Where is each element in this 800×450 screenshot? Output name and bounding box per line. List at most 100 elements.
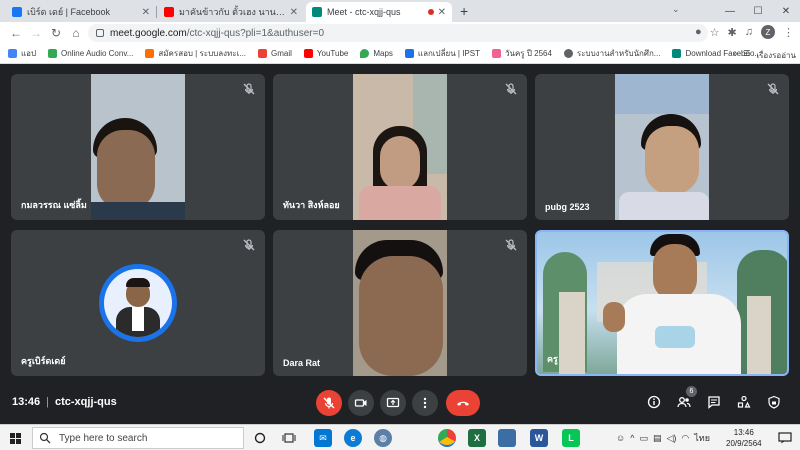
bookmark-teachers-day[interactable]: วันครู ปี 2564: [491, 47, 552, 60]
participant-face: [645, 126, 699, 194]
tab-meet[interactable]: Meet - ctc-xqjj-qus ✕: [306, 2, 452, 22]
profile-avatar[interactable]: Z: [761, 25, 775, 39]
more-options-button[interactable]: [412, 390, 438, 416]
participant-name: Dara Rat: [283, 358, 321, 368]
background-bed: [615, 74, 709, 114]
participant-video: [615, 74, 709, 220]
bookmark-gmail[interactable]: Gmail: [258, 49, 292, 58]
tab-youtube[interactable]: มาคันข้าวกับ ตั้วเฮง นานาวิ ประเทศ ✕: [158, 2, 304, 22]
participant-tile[interactable]: ทันวา สิงห์ลอย: [273, 74, 527, 220]
show-hidden-icons-button[interactable]: ^: [630, 433, 634, 443]
toggle-microphone-button[interactable]: [316, 390, 342, 416]
bookmark-exam-registration[interactable]: สมัครสอบ | ระบบลงทะเ...: [145, 47, 246, 60]
photos-app-icon[interactable]: [498, 429, 516, 447]
search-icon: [39, 432, 51, 444]
people-button[interactable]: [674, 392, 694, 412]
forward-button[interactable]: →: [26, 26, 46, 40]
participant-tile[interactable]: ครูเบิร์ดเดย์: [11, 230, 265, 376]
chat-icon: [708, 396, 720, 409]
windows-taskbar: Type here to search ✉ e ◍ X W L ☺ ^ ▭ ▤ …: [0, 424, 800, 450]
home-button[interactable]: ⌂: [66, 26, 86, 40]
bookmark-maps[interactable]: Maps: [360, 49, 393, 58]
bookmarks-more-button[interactable]: »: [733, 49, 737, 62]
line-app-icon[interactable]: L: [562, 429, 580, 447]
window-controls: — ☐ ✕: [716, 0, 800, 22]
globe-app-icon[interactable]: ◍: [374, 429, 392, 447]
network-icon[interactable]: ▤: [653, 433, 662, 444]
url-host: meet.google.com: [110, 27, 187, 39]
host-controls-button[interactable]: [764, 392, 784, 412]
leave-call-button[interactable]: [446, 390, 480, 416]
notifications-icon[interactable]: [778, 432, 792, 444]
excel-app-icon[interactable]: X: [468, 429, 486, 447]
back-button[interactable]: ←: [6, 26, 26, 40]
edge-app-icon[interactable]: e: [344, 429, 362, 447]
reload-button[interactable]: ↻: [46, 26, 66, 40]
participant-tile-presenter[interactable]: ครู: [535, 230, 789, 376]
taskbar-search-box[interactable]: Type here to search: [32, 427, 244, 449]
toggle-camera-button[interactable]: [348, 390, 374, 416]
presenter-hand: [603, 302, 625, 332]
present-screen-icon: [386, 397, 400, 408]
close-tab-icon[interactable]: ✕: [438, 7, 446, 18]
participant-shirt: [359, 186, 441, 220]
participant-tile[interactable]: pubg 2523: [535, 74, 789, 220]
participant-tile[interactable]: กมลวรรณ แซ่ลิ้ม: [11, 74, 265, 220]
presenter-mask: [655, 326, 695, 348]
bookmark-audio-converter[interactable]: Online Audio Conv...: [48, 49, 133, 58]
new-tab-button[interactable]: +: [460, 3, 468, 19]
windows-start-icon[interactable]: [10, 433, 21, 444]
info-icon: [647, 395, 661, 409]
bookmark-ipst[interactable]: แลกเปลี่ยน | IPST: [404, 47, 480, 60]
chat-button[interactable]: [704, 392, 724, 412]
cortana-icon[interactable]: [254, 432, 266, 444]
tab-facebook[interactable]: เบิร์ด เดย์ | Facebook ✕: [6, 2, 156, 22]
participant-tile[interactable]: Dara Rat: [273, 230, 527, 376]
input-language[interactable]: ไทย: [694, 431, 710, 445]
address-bar[interactable]: meet.google.com/ctc-xqjj-qus?pli=1&authu…: [88, 24, 708, 42]
extensions-icon[interactable]: ✱: [728, 26, 737, 39]
system-tray: ☺ ^ ▭ ▤ ◁) ◠ ไทย: [616, 431, 710, 445]
lock-icon[interactable]: [96, 29, 104, 37]
participant-name: กมลวรรณ แซ่ลิ้ม: [21, 200, 87, 210]
meet-control-bar: 13:46 | ctc-xqjj-qus 6: [0, 386, 800, 424]
taskbar-clock[interactable]: 13:46 20/9/2564: [726, 427, 762, 449]
meet-favicon-icon: [312, 7, 322, 17]
meeting-details: 13:46 | ctc-xqjj-qus: [12, 396, 117, 408]
present-screen-button[interactable]: [380, 390, 406, 416]
tab-search-icon[interactable]: ⌄: [672, 4, 680, 15]
reading-list-button[interactable]: เรื่องรออ่าน: [756, 49, 796, 62]
participant-video: [353, 230, 447, 376]
gmail-icon: [258, 49, 268, 58]
camera-in-use-icon[interactable]: ●: [695, 26, 702, 38]
bookmark-star-icon[interactable]: ☆: [710, 26, 720, 39]
bookmark-apps[interactable]: แอป: [8, 47, 36, 60]
word-app-icon[interactable]: W: [530, 429, 548, 447]
menu-kebab-icon[interactable]: ⋮: [783, 26, 794, 39]
chat-tray-icon[interactable]: ▭: [639, 433, 648, 444]
chrome-app-icon[interactable]: [438, 429, 456, 447]
bookmark-youtube[interactable]: YouTube: [303, 49, 348, 58]
end-call-icon: [457, 401, 469, 406]
more-vert-icon: [423, 397, 427, 409]
maximize-button[interactable]: ☐: [744, 6, 772, 17]
close-tab-icon[interactable]: ✕: [290, 7, 298, 18]
microphone-muted-icon: [505, 83, 517, 95]
microphone-muted-icon: [243, 83, 255, 95]
meeting-info-button[interactable]: [644, 392, 664, 412]
minimize-button[interactable]: —: [716, 6, 744, 17]
task-view-icon[interactable]: [282, 432, 296, 444]
activities-button[interactable]: [734, 392, 754, 412]
close-window-button[interactable]: ✕: [772, 6, 800, 17]
mail-app-icon[interactable]: ✉: [314, 429, 332, 447]
url-path: /ctc-xqjj-qus?pli=1&authuser=0: [186, 27, 325, 39]
search-placeholder: Type here to search: [59, 432, 148, 444]
people-tray-icon[interactable]: ☺: [616, 433, 625, 443]
media-control-icon[interactable]: ♫: [745, 26, 753, 38]
volume-icon[interactable]: ◁): [666, 433, 676, 444]
participant-name: pubg 2523: [545, 202, 590, 212]
close-tab-icon[interactable]: ✕: [142, 7, 150, 18]
participant-face: [380, 136, 420, 190]
bookmark-student-system[interactable]: ระบบงานสำหรับนักศึก...: [563, 47, 660, 60]
wifi-icon[interactable]: ◠: [681, 433, 689, 444]
